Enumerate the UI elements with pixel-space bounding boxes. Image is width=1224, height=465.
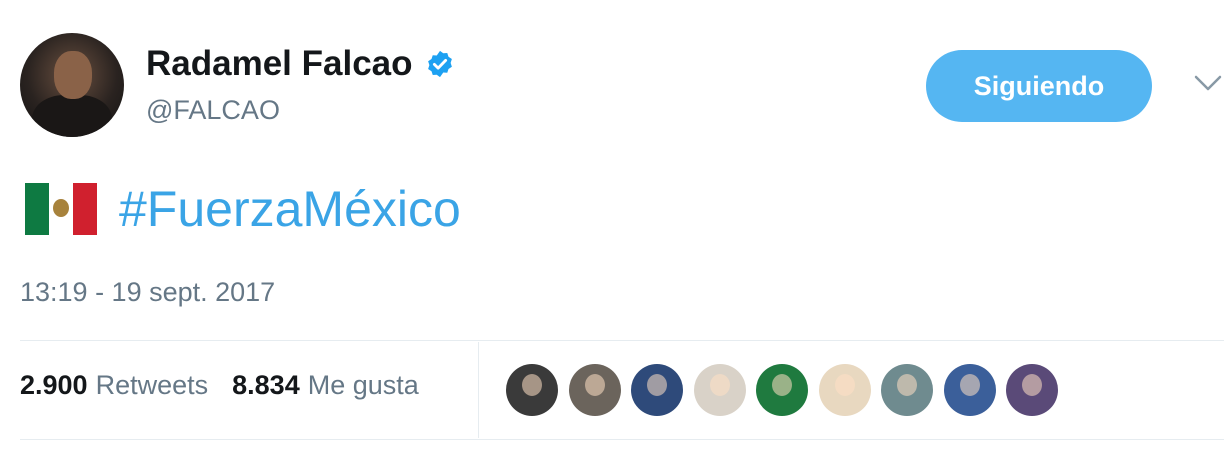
retweets-count: 2.900 (20, 370, 88, 400)
divider-top (20, 340, 1224, 341)
user-name-row: Radamel Falcao (146, 44, 455, 84)
divider-bottom (20, 439, 1224, 440)
tweet-stats: 2.900 Retweets 8.834 Me gusta (20, 370, 419, 401)
stats-separator (478, 342, 479, 438)
likes-label: Me gusta (307, 370, 419, 400)
liker-avatar[interactable] (506, 364, 558, 416)
verified-badge-icon (427, 50, 452, 78)
avatar-body (32, 95, 112, 137)
tweet-text: #FuerzaMéxico (25, 180, 461, 238)
following-button[interactable]: Siguiendo (926, 50, 1152, 122)
likers-avatars (506, 364, 1069, 416)
liker-avatar[interactable] (756, 364, 808, 416)
user-name[interactable]: Radamel Falcao (146, 44, 413, 84)
tweet-timestamp[interactable]: 13:19 - 19 sept. 2017 (20, 277, 275, 308)
mexico-flag-icon (25, 183, 97, 235)
liker-avatar[interactable] (693, 364, 746, 416)
likes-count: 8.834 (232, 370, 300, 400)
retweets-stat[interactable]: 2.900 Retweets (20, 370, 208, 401)
liker-avatar[interactable] (1006, 364, 1058, 416)
liker-avatar[interactable] (631, 364, 683, 416)
retweets-label: Retweets (95, 370, 209, 400)
profile-avatar[interactable] (20, 33, 124, 137)
avatar-face (54, 51, 92, 99)
hashtag-link[interactable]: #FuerzaMéxico (119, 180, 461, 238)
likes-stat[interactable]: 8.834 Me gusta (232, 370, 419, 401)
liker-avatar[interactable] (881, 364, 933, 416)
liker-avatar[interactable] (818, 364, 871, 416)
user-handle[interactable]: @FALCAO (146, 95, 280, 126)
liker-avatar[interactable] (943, 364, 996, 416)
chevron-down-icon[interactable] (1193, 72, 1223, 94)
liker-avatar[interactable] (568, 364, 621, 416)
